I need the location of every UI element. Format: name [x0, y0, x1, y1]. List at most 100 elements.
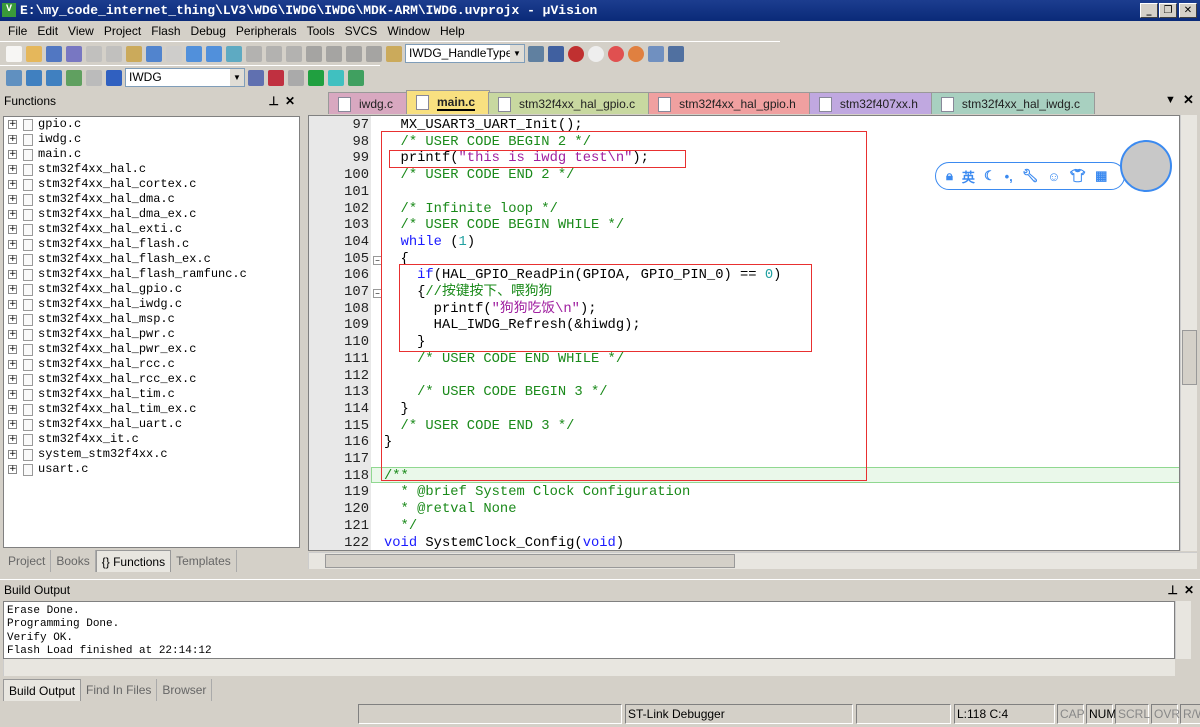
close-icon[interactable]: ✕ — [1183, 92, 1194, 108]
expand-icon[interactable]: + — [8, 135, 17, 144]
build-icon[interactable] — [26, 69, 42, 86]
find-combo[interactable]: IWDG_HandleTypeD ▼ — [405, 44, 525, 63]
select-packs-icon[interactable] — [288, 69, 304, 86]
uncomment-icon[interactable] — [366, 45, 382, 62]
tree-item-file[interactable]: + usart.c — [4, 462, 299, 477]
menu-flash[interactable]: Flash — [146, 24, 185, 38]
disable-breakpoint-icon[interactable] — [588, 45, 604, 62]
expand-icon[interactable]: + — [8, 180, 17, 189]
expand-icon[interactable]: + — [8, 360, 17, 369]
tab-project[interactable]: Project — [3, 550, 52, 572]
smiley-icon[interactable]: ☺ — [1047, 169, 1060, 184]
expand-icon[interactable]: + — [8, 345, 17, 354]
moon-icon[interactable]: ☾ — [984, 168, 996, 184]
tab-templates[interactable]: Templates — [171, 550, 237, 572]
expand-icon[interactable]: + — [8, 225, 17, 234]
forward-icon[interactable] — [206, 45, 222, 62]
breakpoint-icon[interactable] — [568, 45, 584, 62]
expand-icon[interactable]: + — [8, 390, 17, 399]
tree-item-file[interactable]: + stm32f4xx_hal_tim_ex.c — [4, 402, 299, 417]
expand-icon[interactable]: + — [8, 285, 17, 294]
tree-item-file[interactable]: + stm32f4xx_hal_uart.c — [4, 417, 299, 432]
ime-mascot-avatar[interactable] — [1120, 140, 1172, 192]
download-icon[interactable] — [106, 69, 122, 86]
close-button[interactable]: ✕ — [1179, 3, 1197, 18]
tab-browser[interactable]: Browser — [157, 679, 213, 701]
find-in-files-icon[interactable] — [386, 45, 402, 62]
chevron-down-icon[interactable]: ▼ — [510, 45, 524, 62]
clear-breakpoints-icon[interactable] — [628, 45, 644, 62]
indent-icon[interactable] — [306, 45, 322, 62]
tab-build-output[interactable]: Build Output — [3, 679, 82, 701]
menu-project[interactable]: Project — [99, 24, 146, 38]
output-horizontal-scrollbar[interactable] — [3, 659, 1175, 676]
tree-item-file[interactable]: + stm32f4xx_hal_rcc.c — [4, 357, 299, 372]
tab-functions[interactable]: {} Functions — [95, 550, 172, 572]
prev-bookmark-icon[interactable] — [246, 45, 262, 62]
manage-rte-icon[interactable] — [308, 69, 324, 86]
tab-stm32f4xx_hal_iwdg-c[interactable]: stm32f4xx_hal_iwdg.c — [930, 92, 1095, 114]
menu-edit[interactable]: Edit — [32, 24, 63, 38]
save-all-icon[interactable] — [66, 45, 82, 62]
tab-books[interactable]: Books — [51, 550, 96, 572]
incremental-find-icon[interactable] — [528, 45, 544, 62]
tab-main-c[interactable]: main.c — [406, 90, 491, 114]
expand-icon[interactable]: + — [8, 150, 17, 159]
expand-icon[interactable]: + — [8, 300, 17, 309]
tree-item-file[interactable]: + stm32f4xx_hal_exti.c — [4, 222, 299, 237]
unindent-icon[interactable] — [326, 45, 342, 62]
tree-item-file[interactable]: + stm32f4xx_hal_gpio.c — [4, 282, 299, 297]
tab-stm32f407xx-h[interactable]: stm32f407xx.h — [808, 92, 933, 114]
menu-window[interactable]: Window — [382, 24, 435, 38]
wrench-icon[interactable]: 🔧︎ — [1022, 168, 1039, 184]
tree-item-file[interactable]: + stm32f4xx_hal_flash.c — [4, 237, 299, 252]
tree-item-file[interactable]: + iwdg.c — [4, 132, 299, 147]
undo-icon[interactable] — [146, 45, 162, 62]
redo-icon[interactable] — [166, 45, 182, 62]
tab-stm32f4xx_hal_gpio-c[interactable]: stm32f4xx_hal_gpio.c — [488, 92, 651, 114]
kill-breakpoints-icon[interactable] — [608, 45, 624, 62]
editor-horizontal-scrollbar[interactable] — [308, 552, 1197, 569]
debug-session-icon[interactable] — [548, 45, 564, 62]
bookmark-icon[interactable] — [226, 45, 242, 62]
menu-file[interactable]: File — [3, 24, 32, 38]
expand-icon[interactable]: + — [8, 405, 17, 414]
tree-item-file[interactable]: + stm32f4xx_hal_pwr.c — [4, 327, 299, 342]
menu-peripherals[interactable]: Peripherals — [231, 24, 302, 38]
configure-icon[interactable] — [668, 45, 684, 62]
expand-icon[interactable]: + — [8, 330, 17, 339]
menu-help[interactable]: Help — [435, 24, 470, 38]
close-icon[interactable]: ✕ — [285, 91, 295, 111]
window-layout-icon[interactable] — [648, 45, 664, 62]
output-vertical-scrollbar[interactable] — [1175, 601, 1191, 659]
expand-icon[interactable]: + — [8, 420, 17, 429]
ime-language-toggle[interactable]: 英 — [962, 167, 975, 186]
punctuation-icon[interactable]: •, — [1005, 169, 1013, 184]
tree-item-file[interactable]: + stm32f4xx_hal_flash_ramfunc.c — [4, 267, 299, 282]
next-bookmark-icon[interactable] — [266, 45, 282, 62]
tree-item-file[interactable]: + main.c — [4, 147, 299, 162]
batch-build-icon[interactable] — [66, 69, 82, 86]
shirt-icon[interactable]: 👕︎ — [1070, 168, 1087, 184]
expand-icon[interactable]: + — [8, 195, 17, 204]
expand-icon[interactable]: + — [8, 450, 17, 459]
tree-item-file[interactable]: + stm32f4xx_it.c — [4, 432, 299, 447]
run-time-env-icon[interactable] — [348, 69, 364, 86]
tab-list-icon[interactable]: ▼ — [1165, 94, 1176, 106]
expand-icon[interactable]: + — [8, 270, 17, 279]
target-combo[interactable]: IWDG ▼ — [125, 68, 245, 87]
clear-bookmarks-icon[interactable] — [286, 45, 302, 62]
tree-item-file[interactable]: + stm32f4xx_hal_dma.c — [4, 192, 299, 207]
scrollbar-thumb[interactable] — [1182, 330, 1197, 385]
editor-vertical-scrollbar[interactable] — [1180, 115, 1197, 551]
save-icon[interactable] — [46, 45, 62, 62]
tree-item-file[interactable]: + gpio.c — [4, 117, 299, 132]
tab-find-in-files[interactable]: Find In Files — [81, 679, 158, 701]
expand-icon[interactable]: + — [8, 435, 17, 444]
expand-icon[interactable]: + — [8, 120, 17, 129]
tree-item-file[interactable]: + stm32f4xx_hal_cortex.c — [4, 177, 299, 192]
tree-item-file[interactable]: + stm32f4xx_hal.c — [4, 162, 299, 177]
cut-icon[interactable] — [86, 45, 102, 62]
pack-installer-icon[interactable] — [328, 69, 344, 86]
translate-icon[interactable] — [6, 69, 22, 86]
